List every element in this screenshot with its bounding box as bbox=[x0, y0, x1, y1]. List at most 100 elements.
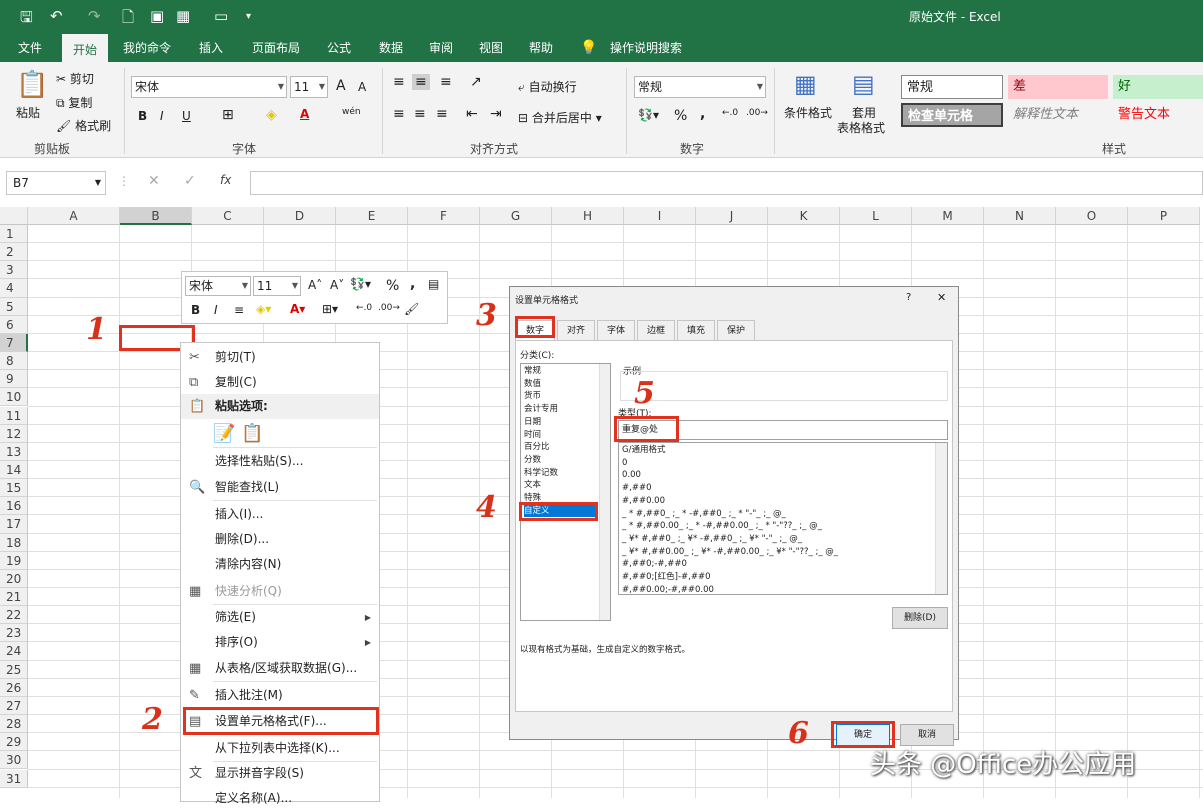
row-header[interactable]: 13 bbox=[0, 442, 28, 461]
tab-file[interactable]: 文件 bbox=[8, 34, 52, 62]
merge-center-button[interactable]: ⊟ 合并后居中 ▾ bbox=[518, 109, 602, 126]
undo-icon[interactable]: ↶ bbox=[50, 7, 63, 25]
mini-font-combo[interactable]: 宋体 ▼ bbox=[185, 276, 251, 296]
row-header[interactable]: 11 bbox=[0, 406, 28, 425]
row-header[interactable]: 18 bbox=[0, 533, 28, 552]
context-menu-item[interactable]: 📝 📋 bbox=[181, 419, 379, 449]
redo-icon[interactable]: ↷ bbox=[88, 7, 101, 25]
mini-size-combo[interactable]: 11 ▼ bbox=[253, 276, 301, 296]
row-header[interactable]: 26 bbox=[0, 678, 28, 697]
grow-font-icon[interactable]: A˄ bbox=[308, 278, 322, 292]
cut-button[interactable]: ✂ 剪切 bbox=[56, 70, 94, 87]
category-item[interactable]: 数值 bbox=[524, 378, 596, 391]
paste-button[interactable]: 粘贴 bbox=[16, 104, 40, 121]
dialog-tab[interactable]: 保护 bbox=[717, 320, 755, 340]
copy-button[interactable]: ⧉ 复制 bbox=[56, 94, 92, 111]
format-item[interactable]: _ ¥* #,##0_ ;_ ¥* -#,##0_ ;_ ¥* "-"_ ;_ … bbox=[622, 533, 802, 546]
context-menu-item[interactable]: 文显示拼音字段(S) bbox=[181, 761, 379, 786]
column-header[interactable]: F bbox=[408, 207, 480, 225]
close-button[interactable]: ✕ bbox=[937, 291, 946, 304]
format-item[interactable]: _ * #,##0.00_ ;_ * -#,##0.00_ ;_ * "-"??… bbox=[622, 520, 822, 533]
column-header[interactable]: I bbox=[624, 207, 696, 225]
table-icon[interactable]: ▤ bbox=[428, 277, 439, 291]
decrease-indent-icon[interactable]: ⇤ bbox=[466, 106, 478, 122]
increase-decimal-icon[interactable]: ←.0 bbox=[722, 108, 738, 118]
row-header[interactable]: 3 bbox=[0, 261, 28, 280]
percent-button[interactable]: % bbox=[674, 108, 687, 124]
row-header[interactable]: 8 bbox=[0, 352, 28, 371]
mini-comma-button[interactable]: , bbox=[410, 276, 415, 292]
shrink-font-button[interactable]: A bbox=[358, 80, 366, 94]
border-icon[interactable]: ⊞▾ bbox=[322, 302, 338, 316]
dialog-tab[interactable]: 字体 bbox=[597, 320, 635, 340]
currency-icon[interactable]: 💱▾ bbox=[350, 277, 371, 291]
align-center-icon[interactable]: ≡ bbox=[234, 303, 244, 317]
row-header[interactable]: 20 bbox=[0, 569, 28, 588]
column-header[interactable]: O bbox=[1056, 207, 1128, 225]
category-item[interactable]: 时间 bbox=[524, 429, 596, 442]
table-format-icon[interactable]: ▤ bbox=[852, 70, 875, 98]
context-menu-item[interactable]: 排序(O) ▶ bbox=[181, 630, 379, 655]
category-item[interactable]: 百分比 bbox=[524, 441, 596, 454]
cancel-button[interactable]: 取消 bbox=[900, 724, 954, 746]
context-menu-item[interactable]: 清除内容(N) bbox=[181, 552, 379, 577]
context-menu-item[interactable]: ⧉ 复制(C) bbox=[181, 370, 379, 395]
fx-icon[interactable]: fx bbox=[220, 173, 231, 187]
paste-icon[interactable]: 📋 bbox=[16, 70, 48, 100]
tab-home[interactable]: 开始 bbox=[62, 34, 108, 62]
context-menu-item[interactable]: 选择性粘贴(S)... bbox=[181, 449, 379, 474]
category-item[interactable]: 分数 bbox=[524, 454, 596, 467]
context-menu-item[interactable]: 从下拉列表中选择(K)... bbox=[181, 736, 379, 761]
row-header[interactable]: 10 bbox=[0, 388, 28, 407]
column-header[interactable]: C bbox=[192, 207, 264, 225]
italic-icon[interactable]: I bbox=[214, 303, 218, 317]
row-header[interactable]: 23 bbox=[0, 624, 28, 643]
row-header[interactable]: 30 bbox=[0, 751, 28, 770]
context-menu-item[interactable]: 筛选(E) ▶ bbox=[181, 605, 379, 630]
context-menu-item[interactable]: ▦ 快速分析(Q) bbox=[181, 579, 379, 604]
row-header[interactable]: 2 bbox=[0, 243, 28, 262]
column-header[interactable]: H bbox=[552, 207, 624, 225]
grow-font-button[interactable]: A bbox=[336, 78, 346, 94]
format-painter-icon[interactable]: 🖌 bbox=[404, 302, 419, 316]
row-header[interactable]: 14 bbox=[0, 460, 28, 480]
align-middle-icon[interactable]: ≡ bbox=[412, 74, 430, 90]
save-icon[interactable]: 🖫 bbox=[20, 7, 33, 32]
dialog-tab[interactable]: 边框 bbox=[637, 320, 675, 340]
context-menu-item[interactable]: 🔍 智能查找(L) bbox=[181, 475, 379, 500]
column-header[interactable]: L bbox=[840, 207, 912, 225]
row-header[interactable]: 4 bbox=[0, 279, 28, 298]
tab-review[interactable]: 审阅 bbox=[420, 34, 462, 62]
column-header[interactable]: G bbox=[480, 207, 552, 225]
format-item[interactable]: _ ¥* #,##0.00_ ;_ ¥* -#,##0.00_ ;_ ¥* "-… bbox=[622, 546, 838, 559]
new-file-icon[interactable]: 🗋 bbox=[122, 7, 134, 32]
category-list[interactable]: 常规 数值 货币 会计专用 日期 时间 百分比 分数 科学记数 文本 特殊 自定义 bbox=[520, 363, 611, 621]
context-menu-item[interactable]: ✂ 剪切(T) bbox=[181, 345, 379, 370]
row-header[interactable]: 17 bbox=[0, 515, 28, 534]
orientation-icon[interactable]: ↗ bbox=[470, 74, 482, 90]
delete-format-button[interactable]: 删除(D) bbox=[892, 607, 948, 629]
underline-button[interactable]: U bbox=[182, 109, 191, 123]
format-list[interactable]: G/通用格式 0 0.00 #,##0 #,##0.00 _ * #,##0_ ;_ * … bbox=[618, 442, 948, 595]
fill-color-icon[interactable]: ◈ bbox=[266, 107, 277, 123]
style-good[interactable]: 好 bbox=[1113, 75, 1203, 99]
style-warning[interactable]: 警告文本 bbox=[1113, 103, 1203, 127]
row-header[interactable]: 5 bbox=[0, 297, 28, 316]
border-icon[interactable]: ⊞ bbox=[222, 107, 234, 123]
name-box[interactable]: B7 ▼ bbox=[6, 171, 106, 195]
context-menu-item[interactable]: ✎ 插入批注(M) bbox=[181, 683, 379, 708]
shrink-font-icon[interactable]: A˅ bbox=[330, 278, 344, 292]
row-header[interactable]: 31 bbox=[0, 769, 28, 788]
conditional-format-button[interactable]: 条件格式 bbox=[784, 104, 832, 121]
bold-icon[interactable]: B bbox=[191, 303, 200, 317]
decrease-decimal-icon[interactable]: .00→ bbox=[378, 303, 400, 313]
mini-percent-button[interactable]: % bbox=[386, 278, 399, 294]
row-header[interactable]: 21 bbox=[0, 588, 28, 607]
format-item[interactable]: 0.00 bbox=[622, 469, 641, 482]
row-header[interactable]: 7 bbox=[0, 333, 28, 353]
style-explanatory[interactable]: 解释性文本 bbox=[1008, 103, 1108, 127]
context-menu-item[interactable]: ▦ 从表格/区域获取数据(G)... bbox=[181, 656, 379, 681]
style-bad[interactable]: 差 bbox=[1008, 75, 1108, 99]
tab-page-layout[interactable]: 页面布局 bbox=[244, 34, 308, 62]
style-check-cell[interactable]: 检查单元格 bbox=[901, 103, 1003, 127]
